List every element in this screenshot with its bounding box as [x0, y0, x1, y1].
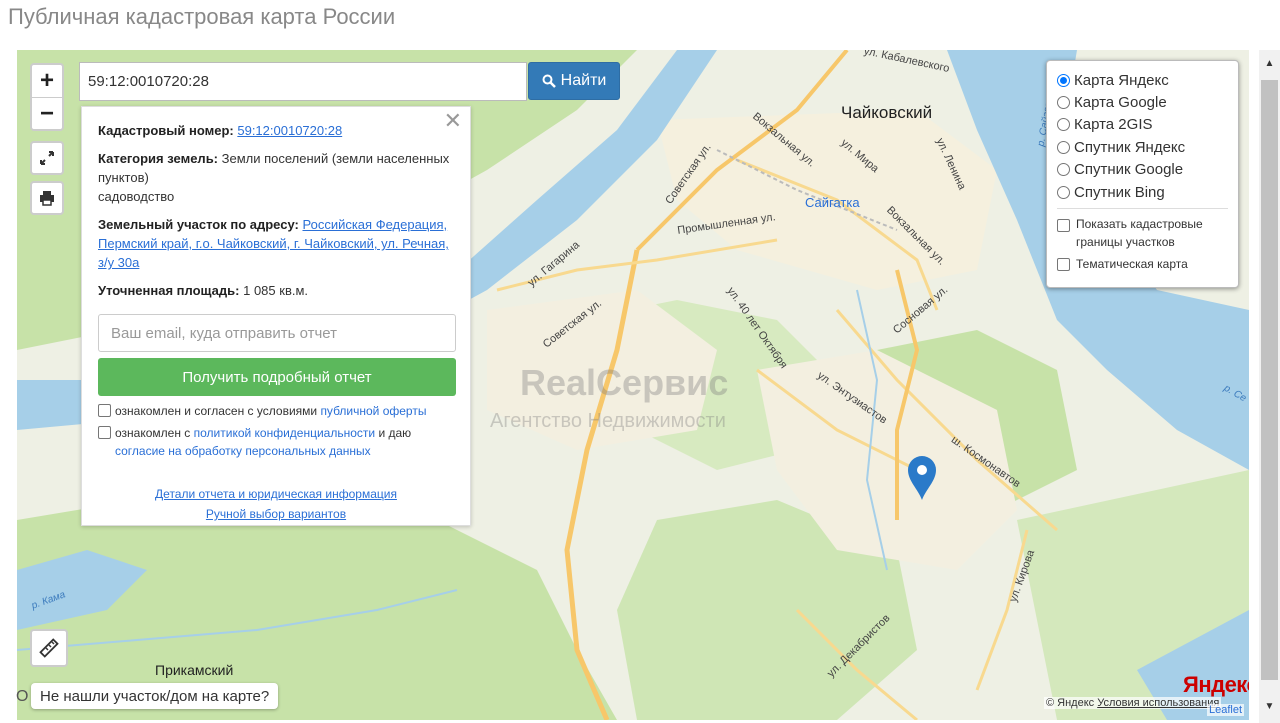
report-details-link[interactable]: Детали отчета и юридическая информация: [155, 487, 397, 501]
land-category-label: Категория земель:: [98, 151, 219, 166]
zoom-control: + −: [30, 63, 64, 131]
personal-data-consent-link[interactable]: согласие на обработку персональных данны…: [115, 444, 371, 458]
radio-button[interactable]: [1057, 140, 1070, 154]
divider: [1057, 208, 1228, 210]
privacy-agreement-text: ознакомлен с политикой конфиденциальност…: [115, 426, 412, 458]
print-button[interactable]: [30, 181, 64, 215]
watermark-title: RealСервис: [520, 362, 729, 403]
checkbox[interactable]: [1057, 258, 1070, 272]
print-icon: [40, 191, 54, 206]
manual-selection-link[interactable]: Ручной выбор вариантов: [206, 507, 346, 521]
cadastral-number-label: Кадастровый номер:: [98, 123, 234, 138]
checkbox[interactable]: [1057, 219, 1070, 233]
city-label: Чайковский: [841, 103, 933, 122]
page-title: Публичная кадастровая карта России: [8, 4, 396, 29]
show-cadastral-borders-option[interactable]: Показать кадастровые границы участков: [1057, 215, 1228, 251]
map-attribution: © Яндекс Условия использования: [1044, 697, 1222, 709]
cadastral-number-row: Кадастровый номер: 59:12:0010720:28: [98, 121, 454, 140]
layer-option-yandex-satellite[interactable]: Спутник Яндекс: [1057, 136, 1228, 158]
close-icon[interactable]: ✕: [444, 110, 462, 132]
station-label: Сайгатка: [805, 195, 860, 210]
measure-button[interactable]: [30, 629, 68, 667]
scrollbar-thumb[interactable]: [1261, 80, 1278, 680]
radio-button[interactable]: [1057, 185, 1070, 199]
search-button[interactable]: Найти: [528, 62, 620, 100]
ruler-icon: [39, 638, 59, 658]
address-row: Земельный участок по адресу: Российская …: [98, 215, 454, 272]
zoom-in-button[interactable]: +: [32, 65, 62, 97]
scroll-down-arrow-icon[interactable]: ▼: [1259, 693, 1280, 719]
layer-option-google-map[interactable]: Карта Google: [1057, 91, 1228, 113]
land-use-value: садоводство: [98, 189, 175, 204]
offer-checkbox[interactable]: [98, 404, 111, 417]
panel-links: Детали отчета и юридическая информация Р…: [98, 484, 454, 524]
public-offer-link[interactable]: публичной оферты: [320, 404, 426, 418]
zoom-out-button[interactable]: −: [32, 97, 62, 129]
layer-option-google-satellite[interactable]: Спутник Google: [1057, 159, 1228, 181]
area-value: 1 085 кв.м.: [243, 283, 309, 298]
radio-button[interactable]: [1057, 96, 1070, 110]
map[interactable]: Чайковский Сайгатка Прикамский ул. Кабал…: [17, 50, 1249, 720]
address-label: Земельный участок по адресу:: [98, 217, 299, 232]
leaflet-link[interactable]: Leaflet: [1207, 704, 1245, 716]
not-found-button[interactable]: Не нашли участок/дом на карте?: [31, 683, 279, 709]
radio-button[interactable]: [1057, 163, 1070, 177]
privacy-checkbox[interactable]: [98, 426, 111, 439]
offer-agreement-row: ознакомлен и согласен с условиями публич…: [98, 402, 454, 420]
layer-switcher: Карта Яндекс Карта Google Карта 2GIS Спу…: [1046, 60, 1239, 288]
get-report-button[interactable]: Получить подробный отчет: [98, 358, 456, 396]
watermark-subtitle: Агентство Недвижимости: [490, 410, 726, 432]
privacy-policy-link[interactable]: политикой конфиденциальности: [194, 426, 375, 440]
fullscreen-icon: [40, 151, 54, 165]
area-label: Уточненная площадь:: [98, 283, 240, 298]
terms-of-use-link[interactable]: Условия использования: [1097, 697, 1219, 709]
privacy-agreement-row: ознакомлен с политикой конфиденциальност…: [98, 424, 454, 460]
district-label: Прикамский: [155, 662, 234, 678]
search-button-label: Найти: [560, 72, 607, 89]
radio-button[interactable]: [1057, 118, 1070, 132]
map-marker-icon[interactable]: [907, 455, 937, 501]
layer-option-bing-satellite[interactable]: Спутник Bing: [1057, 181, 1228, 203]
cadastral-number-link[interactable]: 59:12:0010720:28: [237, 123, 342, 138]
yandex-logo: Яндекс: [1183, 672, 1249, 697]
thematic-map-option[interactable]: Тематическая карта: [1057, 255, 1228, 273]
layer-option-yandex-map[interactable]: Карта Яндекс: [1057, 69, 1228, 91]
radio-button[interactable]: [1057, 73, 1070, 87]
layer-option-2gis-map[interactable]: Карта 2GIS: [1057, 114, 1228, 136]
search-icon: [542, 74, 556, 88]
page-fragment-text: О: [16, 688, 29, 705]
offer-agreement-text: ознакомлен и согласен с условиями публич…: [115, 404, 427, 418]
scroll-up-arrow-icon[interactable]: ▲: [1259, 50, 1280, 76]
land-category-row: Категория земель: Земли поселений (земли…: [98, 149, 454, 206]
cadastral-search-input[interactable]: [79, 62, 527, 101]
email-field[interactable]: Ваш email, куда отправить отчет: [98, 314, 456, 352]
fullscreen-button[interactable]: [30, 141, 64, 175]
parcel-info-panel: ✕ Кадастровый номер: 59:12:0010720:28 Ка…: [81, 106, 471, 526]
area-row: Уточненная площадь: 1 085 кв.м.: [98, 281, 454, 300]
